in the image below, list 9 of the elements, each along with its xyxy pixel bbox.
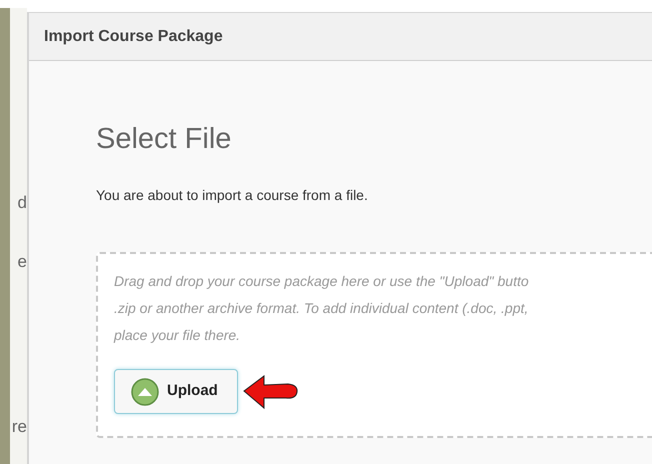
page-heading: Select File — [96, 125, 232, 154]
intro-text: You are about to import a course from a file. — [96, 186, 369, 205]
page-text-fragment: re — [12, 418, 27, 435]
page-text-fragment: d — [18, 194, 27, 211]
drop-zone-instructions: Drag and drop your course package here or use the "Upload" butto .zip or another archive format. To add individual content (.doc, .ppt, place your file there. — [114, 272, 530, 345]
upload-icon — [131, 378, 159, 406]
dialog-title: Import Course Package — [44, 26, 223, 46]
page-text-fragment: e — [18, 253, 27, 270]
upload-button[interactable]: Upload — [114, 369, 238, 414]
